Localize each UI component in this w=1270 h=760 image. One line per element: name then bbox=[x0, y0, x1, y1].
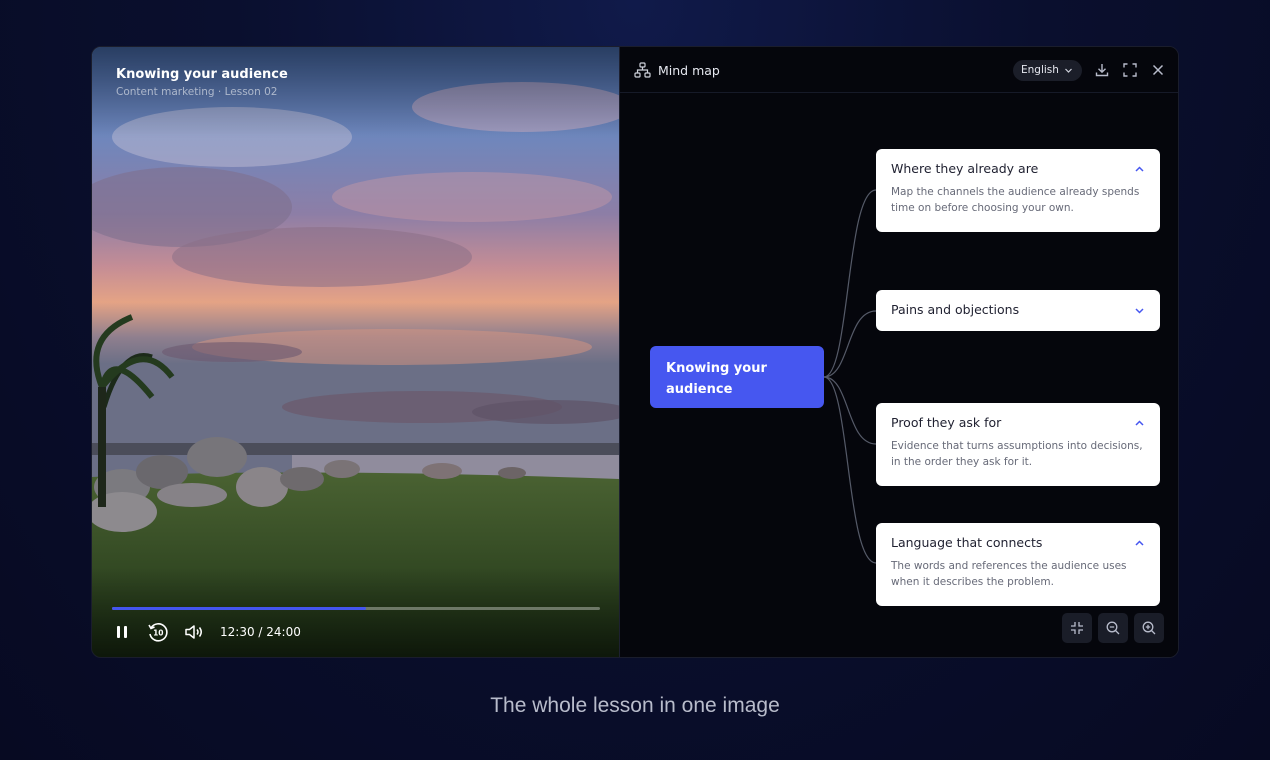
mind-map-panel: Mind map English Knowing your audience W… bbox=[619, 47, 1178, 657]
volume-button[interactable] bbox=[182, 620, 206, 644]
zoom-in-button[interactable] bbox=[1134, 613, 1164, 643]
mind-map-root-node[interactable]: Knowing your audience bbox=[650, 346, 824, 408]
svg-text:10: 10 bbox=[153, 629, 163, 638]
node-title: Where they already are bbox=[891, 161, 1039, 176]
tagline: The whole lesson in one image bbox=[490, 694, 780, 717]
app-window: Knowing your audience Content marketing … bbox=[91, 46, 1179, 658]
node-description: The words and references the audience us… bbox=[891, 560, 1127, 588]
zoom-in-icon bbox=[1142, 621, 1156, 635]
rewind-10-button[interactable]: 10 bbox=[146, 620, 170, 644]
video-time: 12:30 / 24:00 bbox=[220, 625, 301, 639]
video-progress-fill bbox=[112, 607, 366, 610]
video-progress-bar[interactable] bbox=[112, 607, 600, 610]
node-title: Proof they ask for bbox=[891, 415, 1002, 430]
rewind-10-icon: 10 bbox=[148, 623, 168, 642]
pause-button[interactable] bbox=[110, 620, 134, 644]
chevron-up-icon[interactable] bbox=[1134, 164, 1145, 175]
chevron-up-icon[interactable] bbox=[1134, 538, 1145, 549]
mind-map-node-where-they-already-are[interactable]: Where they already are Map the channels … bbox=[876, 149, 1160, 232]
video-player[interactable]: Knowing your audience Content marketing … bbox=[92, 47, 619, 657]
zoom-out-icon bbox=[1106, 621, 1120, 635]
volume-icon bbox=[185, 625, 202, 639]
node-title: Language that connects bbox=[891, 535, 1043, 550]
zoom-out-button[interactable] bbox=[1098, 613, 1128, 643]
fit-icon bbox=[1071, 622, 1083, 634]
chevron-up-icon[interactable] bbox=[1134, 418, 1145, 429]
video-frame-landscape bbox=[92, 47, 619, 657]
mind-map-node-language-that-connects[interactable]: Language that connects The words and ref… bbox=[876, 523, 1160, 606]
video-subtitle: Content marketing · Lesson 02 bbox=[116, 86, 278, 98]
node-title: Pains and objections bbox=[891, 302, 1020, 317]
video-title: Knowing your audience bbox=[116, 67, 288, 82]
mind-map-node-proof-they-ask-for[interactable]: Proof they ask for Evidence that turns a… bbox=[876, 403, 1160, 486]
node-description: Map the channels the audience already sp… bbox=[891, 186, 1140, 214]
chevron-down-icon[interactable] bbox=[1134, 305, 1145, 316]
fit-view-button[interactable] bbox=[1062, 613, 1092, 643]
node-description: Evidence that turns assumptions into dec… bbox=[891, 440, 1143, 468]
mind-map-node-pains-and-objections[interactable]: Pains and objections bbox=[876, 290, 1160, 331]
pause-icon bbox=[117, 626, 127, 638]
